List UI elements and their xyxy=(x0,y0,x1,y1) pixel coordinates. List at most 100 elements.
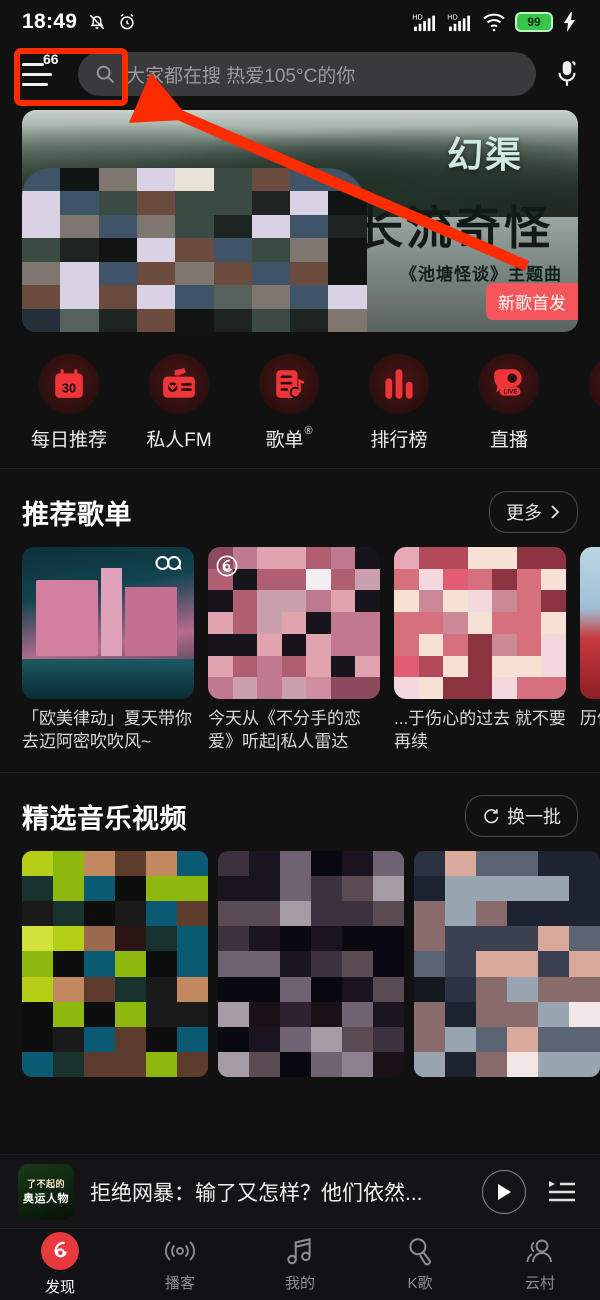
mute-bell-icon xyxy=(87,12,107,32)
play-icon xyxy=(495,1183,513,1201)
digital-album-icon xyxy=(589,354,600,414)
hamburger-line-3 xyxy=(22,82,48,86)
chevron-right-icon xyxy=(549,504,561,520)
playlist-card[interactable]: 今天从《不分手的恋爱》听起|私人雷达 xyxy=(208,547,380,754)
promo-banner-container: 幻渠 长流奇怪 《池塘怪谈》主题曲 新歌首发 xyxy=(0,104,600,332)
svg-text:HD: HD xyxy=(412,12,423,21)
status-time: 18:49 xyxy=(22,10,78,33)
loop-icon xyxy=(154,553,184,578)
category-item-fm[interactable]: 私人FM xyxy=(124,354,234,452)
video-refresh-label: 换一批 xyxy=(507,807,561,827)
playlist-section-header: 推荐歌单 更多 xyxy=(0,469,600,547)
hamburger-line-2 xyxy=(22,72,52,76)
banner-badge: 新歌首发 xyxy=(486,283,578,320)
search-input[interactable]: 大家都在搜 热爱105°C的你 xyxy=(78,52,536,96)
playlist-card[interactable]: 「欧美律动」夏天带你去迈阿密吹吹风~ xyxy=(22,547,194,754)
category-item-playlist[interactable]: 歌单 ® xyxy=(234,354,344,452)
svg-text:HD: HD xyxy=(447,12,458,21)
nav-item-podcast[interactable]: 播客 xyxy=(120,1236,240,1293)
nav-item-discover[interactable]: 发现 xyxy=(0,1232,120,1297)
playlist-thumbnail xyxy=(22,547,194,699)
bottom-navigation: 发现 播客 我的 K歌 云村 xyxy=(0,1228,600,1300)
video-card[interactable] xyxy=(414,851,600,1077)
player-artwork-line1: 了不起的 xyxy=(26,1179,65,1189)
nav-label: 云村 xyxy=(524,1275,555,1292)
category-item-daily[interactable]: 30 每日推荐 xyxy=(14,354,124,452)
video-refresh-button[interactable]: 换一批 xyxy=(465,795,578,837)
category-label-text: 直播 xyxy=(489,430,528,451)
search-row: 66 大家都在搜 热爱105°C的你 xyxy=(0,44,600,104)
playlist-card-title: 今天从《不分手的恋爱》听起|私人雷达 xyxy=(208,709,361,751)
video-section-title: 精选音乐视频 xyxy=(22,803,187,834)
playlist-more-label: 更多 xyxy=(506,503,542,523)
category-label: 排行榜 xyxy=(370,425,427,452)
video-section-header: 精选音乐视频 换一批 xyxy=(0,773,600,851)
banner-caption: 《池塘怪谈》主题曲 xyxy=(400,265,562,285)
player-artwork[interactable]: 了不起的 奥运人物 xyxy=(18,1163,74,1220)
category-item-chart[interactable]: 排行榜 xyxy=(344,354,454,452)
category-item-live[interactable]: LIVE 直播 xyxy=(454,354,564,452)
voice-search-button[interactable] xyxy=(550,59,584,89)
svg-text:30: 30 xyxy=(62,381,76,396)
playlist-thumbnail xyxy=(394,547,566,699)
video-card-row xyxy=(0,851,600,1077)
nav-item-cloudvillage[interactable]: 云村 xyxy=(480,1236,600,1293)
category-label-superscript: ® xyxy=(304,425,313,437)
refresh-icon xyxy=(482,807,500,825)
category-label: 私人FM xyxy=(146,425,211,452)
search-placeholder: 大家都在搜 热爱105°C的你 xyxy=(126,65,356,87)
nav-label: K歌 xyxy=(407,1275,433,1292)
live-icon: LIVE xyxy=(479,354,539,414)
video-card[interactable] xyxy=(22,851,208,1077)
playlist-more-button[interactable]: 更多 xyxy=(489,491,578,533)
music-note-icon xyxy=(284,1236,316,1266)
nav-item-karaoke[interactable]: K歌 xyxy=(360,1236,480,1293)
playlist-card-title: ...于伤心的过去 就不要再续 xyxy=(394,709,566,751)
player-track-title: 拒绝网暴：输了又怎样？他们依然... xyxy=(90,1181,423,1205)
playlist-card[interactable]: ...于伤心的过去 就不要再续 xyxy=(394,547,566,754)
app-screen: 18:49 HD HD 99 66 大家都在搜 热爱105°C的你 幻渠 长流奇… xyxy=(0,0,600,1300)
nav-label: 播客 xyxy=(164,1275,195,1292)
alarm-icon xyxy=(117,12,137,32)
radio-icon xyxy=(149,354,209,414)
banner-mosaic-overlay xyxy=(22,167,367,332)
category-label-text: 排行榜 xyxy=(370,430,428,451)
calendar-30-icon: 30 xyxy=(39,354,99,414)
promo-banner[interactable]: 幻渠 长流奇怪 《池塘怪谈》主题曲 新歌首发 xyxy=(22,110,578,332)
search-icon xyxy=(94,63,116,85)
netease-icon xyxy=(216,555,238,577)
status-bar: 18:49 HD HD 99 xyxy=(0,0,600,44)
menu-badge-count: 66 xyxy=(38,51,65,67)
player-play-button[interactable] xyxy=(482,1169,526,1214)
podcast-icon xyxy=(163,1236,197,1266)
hamburger-line-1 xyxy=(22,62,44,66)
category-label: 直播 xyxy=(490,425,528,452)
wifi-icon xyxy=(482,12,506,32)
nav-label: 发现 xyxy=(44,1279,75,1296)
status-bar-left: 18:49 xyxy=(22,10,137,34)
playlist-card[interactable]: 历仙集合 xyxy=(580,547,600,754)
nav-label: 我的 xyxy=(284,1275,315,1292)
mini-player-bar[interactable]: 了不起的 奥运人物 拒绝网暴：输了又怎样？他们依然... xyxy=(0,1154,600,1228)
player-queue-button[interactable] xyxy=(542,1179,582,1205)
category-item-digital[interactable]: 数字 xyxy=(564,354,600,452)
nav-item-mine[interactable]: 我的 xyxy=(240,1236,360,1293)
status-bar-right: HD HD 99 xyxy=(412,12,578,32)
charging-bolt-icon xyxy=(562,12,578,32)
bar-chart-icon xyxy=(369,354,429,414)
category-label-text: 歌单 xyxy=(265,430,304,451)
playlist-thumbnail xyxy=(580,547,600,699)
playlist-thumbnail xyxy=(208,547,380,699)
playlist-card-row: 「欧美律动」夏天带你去迈阿密吹吹风~ 今天从《不分手的恋爱》听起|私人雷达 ..… xyxy=(0,547,600,754)
svg-text:LIVE: LIVE xyxy=(504,389,518,396)
playlist-queue-icon xyxy=(546,1179,578,1205)
playlist-card-title: 「欧美律动」夏天带你去迈阿密吹吹风~ xyxy=(22,709,192,751)
hamburger-menu-button[interactable]: 66 xyxy=(20,51,65,91)
video-card[interactable] xyxy=(218,851,404,1077)
microphone-k-icon xyxy=(405,1236,435,1266)
hd-signal-icon: HD xyxy=(412,12,438,32)
hd-signal-icon-2: HD xyxy=(447,12,473,32)
category-label-text: 每日推荐 xyxy=(30,430,107,451)
playlist-section-title: 推荐歌单 xyxy=(22,499,132,530)
community-icon xyxy=(523,1236,557,1266)
